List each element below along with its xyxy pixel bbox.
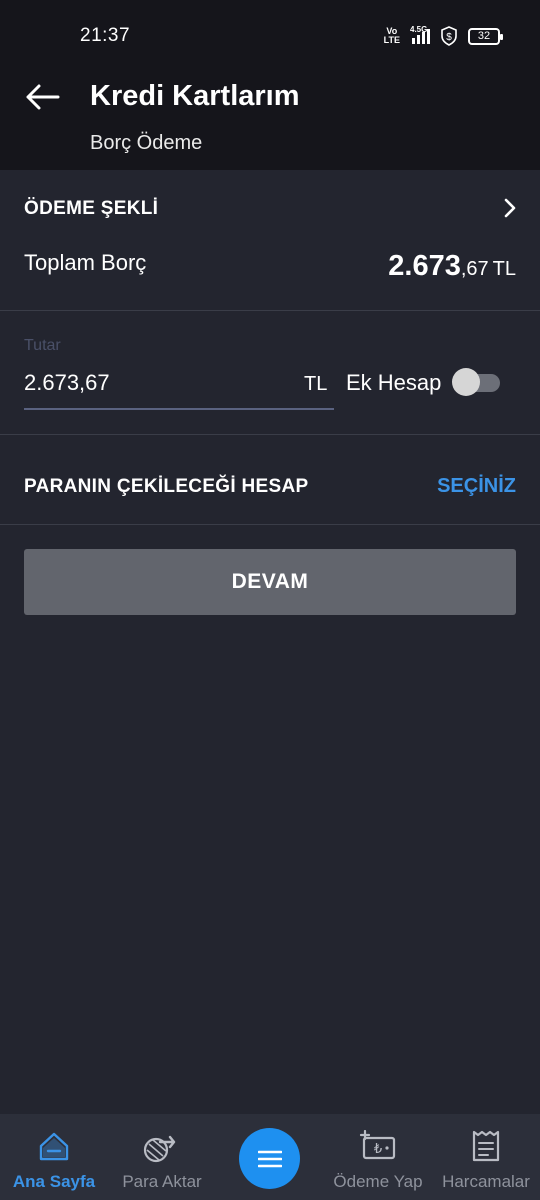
nav-label: Harcamalar — [442, 1172, 530, 1191]
nav-label: Ödeme Yap — [333, 1172, 423, 1191]
payment-icon: ₺ — [359, 1130, 396, 1160]
total-debt-amount: 2.673,67 TL — [388, 250, 516, 282]
extra-account-toggle[interactable] — [452, 368, 500, 396]
network-type: 4.5G — [410, 25, 428, 34]
app-header: 21:37 Vo LTE 4.5G $ 32 Kredi Kartlarım B… — [0, 0, 540, 170]
toggle-knob — [452, 368, 480, 396]
nav-label: Ana Sayfa — [12, 1172, 96, 1191]
status-time: 21:37 — [80, 25, 131, 46]
divider — [0, 434, 540, 435]
home-icon — [39, 1132, 69, 1161]
nav-item-payment[interactable]: ₺ Ödeme Yap — [324, 1114, 432, 1200]
nav-item-transfer[interactable]: Para Aktar — [108, 1114, 216, 1200]
amount-field-label: Tutar — [24, 337, 61, 354]
page-subtitle: Borç Ödeme — [90, 132, 203, 154]
volte-indicator: Vo LTE — [383, 26, 400, 45]
page-title: Kredi Kartlarım — [90, 80, 300, 112]
amount-input-underline — [24, 408, 334, 410]
menu-icon — [258, 1150, 282, 1168]
nav-item-expenses[interactable]: Harcamalar — [432, 1114, 540, 1200]
continue-button[interactable]: DEVAM — [24, 549, 516, 615]
source-account-label: PARANIN ÇEKİLECEĞİ HESAP — [24, 476, 309, 497]
payment-method-label: ÖDEME ŞEKLİ — [24, 198, 159, 219]
menu-button[interactable] — [239, 1128, 300, 1189]
back-button[interactable] — [24, 82, 60, 112]
amount-input[interactable] — [24, 366, 284, 400]
nav-item-home[interactable]: Ana Sayfa — [0, 1114, 108, 1200]
signal-icon: 4.5G — [410, 25, 430, 44]
receipt-icon — [472, 1130, 500, 1162]
chevron-right-icon[interactable] — [502, 196, 518, 220]
status-icons: Vo LTE 4.5G $ 32 — [383, 24, 503, 48]
divider — [0, 310, 540, 311]
nav-label: Para Aktar — [122, 1172, 202, 1191]
screen: 21:37 Vo LTE 4.5G $ 32 Kredi Kartlarım B… — [0, 0, 540, 1200]
shield-icon: $ — [441, 26, 457, 46]
divider — [0, 524, 540, 525]
extra-account-label: Ek Hesap — [346, 370, 442, 395]
svg-text:₺: ₺ — [374, 1142, 382, 1157]
amount-currency: TL — [304, 373, 328, 395]
select-account-link[interactable]: SEÇİNİZ — [437, 475, 516, 498]
total-debt-label: Toplam Borç — [24, 250, 147, 275]
svg-text:$: $ — [446, 32, 452, 43]
transfer-icon — [143, 1135, 176, 1163]
battery-icon: 32 — [468, 27, 503, 45]
